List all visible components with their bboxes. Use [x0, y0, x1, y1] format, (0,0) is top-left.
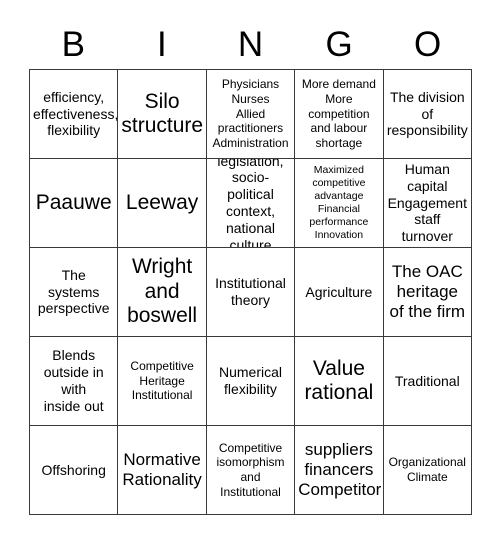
bingo-header: B I N G O — [29, 22, 472, 67]
bingo-cell-label: Value rational — [304, 356, 374, 404]
bingo-cell[interactable]: Traditional — [383, 337, 472, 426]
bingo-header-letter-n: N — [237, 25, 264, 64]
bingo-cell-label: Human capital Engagement staff turnover — [387, 161, 467, 245]
bingo-cell[interactable]: Blends outside in with inside out — [30, 337, 119, 426]
bingo-cell[interactable]: Organizational Climate — [383, 426, 472, 515]
bingo-cell-label: Blends outside in with inside out — [43, 347, 104, 414]
bingo-cell-label: Wright and boswell — [127, 255, 198, 328]
bingo-cell[interactable]: More demand More competition and labour … — [295, 70, 384, 159]
bingo-cell-label: legislation, socio-political context, na… — [217, 159, 284, 248]
bingo-cell-label: The systems perspective — [37, 266, 110, 317]
bingo-cell-label: Competitive isomorphism and Institutiona… — [216, 440, 285, 499]
bingo-cell[interactable]: Maximized competitive advantage Financia… — [295, 159, 384, 248]
bingo-header-letter-g: G — [325, 25, 353, 64]
bingo-cell[interactable]: Silo structure — [118, 70, 207, 159]
bingo-cell-label: Silo structure — [121, 89, 204, 137]
bingo-cell[interactable]: Competitive isomorphism and Institutiona… — [206, 426, 296, 515]
bingo-cell-label: Offshoring — [41, 461, 106, 478]
bingo-cell-label: Paauwe — [35, 190, 112, 214]
bingo-cell[interactable]: Wright and boswell — [118, 248, 207, 337]
bingo-cell-label: Maximized competitive advantage Financia… — [309, 163, 369, 242]
bingo-card: B I N G O efficiency, effectiveness, fle… — [0, 0, 500, 544]
bingo-cell-label: The OAC heritage of the firm — [389, 262, 466, 321]
bingo-cell-label: efficiency, effectiveness, flexibility — [33, 88, 119, 139]
bingo-cell-label: Numerical flexibility — [218, 364, 282, 397]
bingo-cell[interactable]: The OAC heritage of the firm — [383, 248, 472, 337]
bingo-cell[interactable]: Numerical flexibility — [206, 337, 296, 426]
bingo-cell[interactable]: suppliers financers Competitor — [295, 426, 384, 515]
bingo-cell[interactable]: Paauwe — [30, 159, 119, 248]
bingo-cell[interactable]: Human capital Engagement staff turnover — [383, 159, 472, 248]
bingo-cell[interactable]: Institutional theory — [206, 248, 296, 337]
bingo-header-letter-b: B — [61, 25, 85, 64]
bingo-cell-label: Traditional — [394, 372, 460, 389]
bingo-cell[interactable]: Competitive Heritage Institutional — [118, 337, 207, 426]
bingo-cell[interactable]: efficiency, effectiveness, flexibility — [30, 70, 119, 159]
bingo-cell[interactable]: Offshoring — [30, 426, 119, 515]
bingo-header-letter-o: O — [414, 25, 442, 64]
bingo-cell-label: Normative Rationality — [122, 450, 202, 489]
bingo-cell-label: The division of responsibility — [386, 88, 468, 139]
bingo-cell[interactable]: legislation, socio-political context, na… — [206, 159, 296, 248]
bingo-cell-label: Agriculture — [305, 283, 373, 300]
bingo-cell[interactable]: Value rational — [295, 337, 384, 426]
bingo-cell-label: More demand More competition and labour … — [301, 77, 376, 150]
bingo-cell-label: suppliers financers Competitor — [298, 440, 382, 499]
bingo-cell[interactable]: Normative Rationality — [118, 426, 207, 515]
bingo-cell[interactable]: Agriculture — [295, 248, 384, 337]
bingo-cell-label: Physicians Nurses Allied practitioners A… — [212, 77, 289, 150]
bingo-header-letter-i: I — [157, 25, 167, 64]
bingo-cell[interactable]: The systems perspective — [30, 248, 119, 337]
bingo-cell-label: Competitive Heritage Institutional — [130, 359, 194, 403]
bingo-cell-label: Leeway — [125, 190, 199, 214]
bingo-cell[interactable]: Leeway — [118, 159, 207, 248]
bingo-grid: efficiency, effectiveness, flexibility S… — [29, 69, 472, 515]
bingo-cell[interactable]: The division of responsibility — [383, 70, 472, 159]
bingo-cell[interactable]: Physicians Nurses Allied practitioners A… — [206, 70, 296, 159]
bingo-cell-label: Organizational Climate — [388, 455, 466, 484]
bingo-cell-label: Institutional theory — [215, 275, 286, 308]
